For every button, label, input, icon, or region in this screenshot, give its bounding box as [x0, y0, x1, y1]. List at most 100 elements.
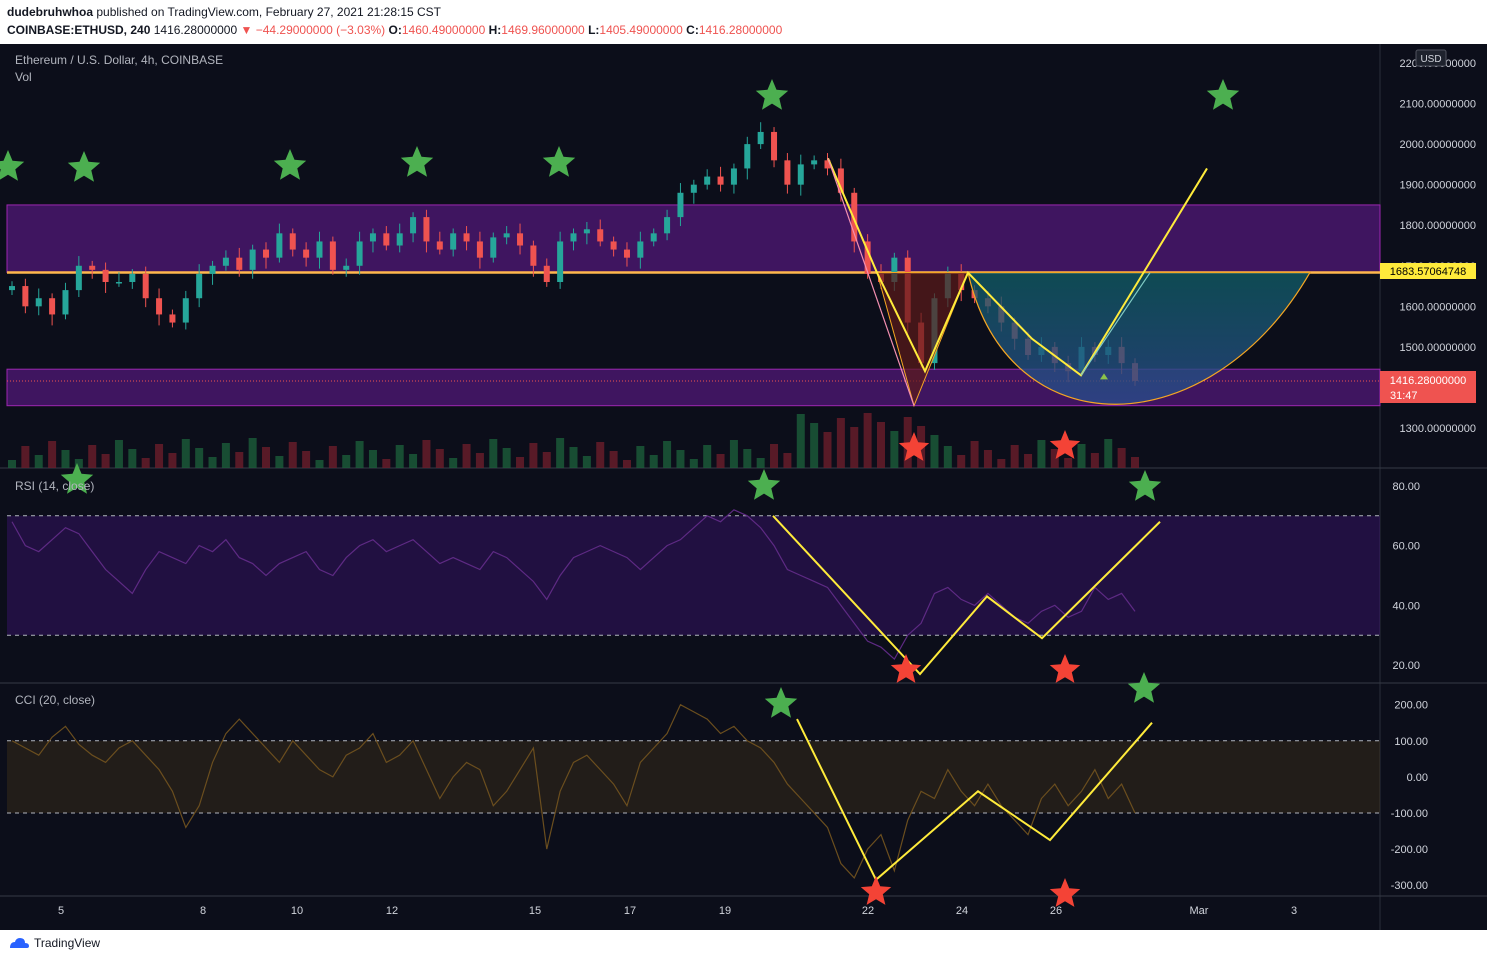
candle-body [383, 233, 390, 246]
volume-bar [61, 450, 70, 468]
rsi-tick-label: 40.00 [1392, 600, 1420, 612]
volume-bar [88, 445, 97, 468]
candle-body [677, 192, 684, 218]
candle-body [343, 265, 350, 270]
candle-body [329, 241, 336, 270]
close-value: 1416.28000000 [698, 23, 783, 37]
candle-body [811, 160, 818, 165]
candle-body [222, 257, 229, 266]
volume-bar [395, 445, 404, 468]
volume-bar [8, 460, 16, 468]
volume-bar [275, 456, 284, 468]
candle-body [570, 233, 577, 242]
volume-bar [943, 446, 952, 468]
candle-body [664, 217, 671, 234]
volume-bar [743, 449, 752, 468]
volume-bar [770, 444, 779, 468]
rsi-tick-label: 80.00 [1392, 481, 1420, 493]
candle-body [650, 233, 657, 242]
volume-bar [502, 448, 511, 468]
volume-bar [1131, 457, 1139, 468]
candle-body [156, 298, 163, 315]
volume-bar [248, 438, 257, 468]
level-marker-text: 1683.57064748 [1390, 266, 1466, 278]
volume-bar [128, 449, 137, 468]
volume-bar [569, 447, 578, 468]
volume-bar [302, 451, 311, 468]
time-tick-label: 22 [862, 905, 874, 917]
candle-body [704, 176, 711, 185]
volume-bar [676, 450, 685, 468]
volume-bar [796, 414, 805, 468]
volume-bar [997, 459, 1006, 468]
volume-bar [1077, 444, 1086, 468]
high-value: 1469.96000000 [501, 23, 585, 37]
volume-bar [449, 458, 458, 468]
candle-body [423, 217, 430, 242]
volume-bar [382, 459, 391, 468]
volume-bar [1024, 454, 1033, 468]
chart-area[interactable]: 2200.000000002100.000000002000.000000001… [0, 44, 1487, 930]
volume-bar [1117, 448, 1126, 468]
rsi-tick-label: 60.00 [1392, 541, 1420, 553]
candle-body [102, 269, 109, 282]
tradingview-logo[interactable]: TradingView [8, 936, 100, 950]
volume-bar [556, 438, 565, 468]
publish-info: dudebruhwhoa published on TradingView.co… [7, 5, 441, 19]
author-name[interactable]: dudebruhwhoa [7, 5, 93, 19]
time-tick-label: 17 [624, 905, 636, 917]
currency-label: USD [1420, 54, 1441, 65]
volume-bar [1104, 439, 1113, 468]
volume-bar [489, 439, 498, 468]
countdown-text: 31:47 [1390, 390, 1418, 402]
volume-bar [181, 439, 190, 468]
time-tick-label: 8 [200, 905, 206, 917]
price-tick-label: 1300.00000000 [1400, 423, 1476, 435]
candle-body [450, 233, 457, 250]
publish-header: dudebruhwhoa published on TradingView.co… [0, 0, 1487, 44]
volume-bar [34, 455, 43, 468]
candle-body [369, 233, 376, 242]
volume-bar [823, 432, 832, 468]
volume-bar [689, 459, 698, 468]
volume-bar [609, 451, 618, 468]
candle-body [730, 168, 737, 185]
candle-body [209, 265, 216, 274]
rsi-tick-label: 20.00 [1392, 660, 1420, 672]
candle-body [583, 229, 590, 234]
open-value: 1460.49000000 [401, 23, 486, 37]
price-change: −44.29000000 (−3.03%) [255, 23, 386, 37]
chart-canvas[interactable]: 2200.000000002100.000000002000.000000001… [0, 44, 1487, 930]
candle-body [316, 241, 323, 258]
candle-body [543, 265, 550, 282]
volume-bar [542, 452, 551, 468]
cci-tick-label: -300.00 [1391, 880, 1428, 892]
open-label: O: [388, 23, 402, 37]
down-arrow-icon: ▼ [240, 23, 253, 37]
volume-bar [368, 450, 377, 468]
candle-body [236, 257, 243, 270]
candle-body [62, 290, 69, 315]
volume-bar [729, 440, 738, 468]
candle-body [436, 241, 443, 250]
candle-body [182, 298, 189, 323]
candle-body [690, 184, 697, 193]
candle-body [276, 233, 283, 258]
volume-bar [155, 444, 164, 468]
candle-body [476, 241, 483, 258]
candle-body [637, 241, 644, 258]
volume-bar [1010, 445, 1019, 468]
volume-bar [836, 418, 845, 468]
volume-bar [582, 456, 591, 468]
candle-body [169, 314, 176, 323]
candle-body [49, 298, 56, 315]
tradingview-brand: TradingView [34, 936, 101, 950]
volume-bar [663, 441, 672, 468]
high-label: H: [488, 23, 502, 37]
candle-body [89, 265, 96, 270]
time-tick-label: 19 [719, 905, 731, 917]
tradingview-cloud-icon [10, 938, 29, 948]
time-tick-label: 3 [1291, 905, 1297, 917]
time-tick-label: 10 [291, 905, 303, 917]
publish-text: published on TradingView.com, February 2… [96, 5, 442, 19]
